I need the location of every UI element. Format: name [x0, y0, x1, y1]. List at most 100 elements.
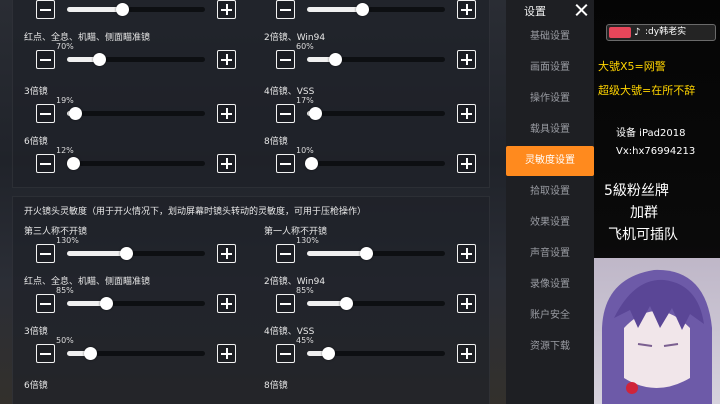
increase-button[interactable] [217, 294, 236, 313]
streamer-overlay: ♪ :dy韩老实 大號X5=网警 超级大號=在所不辞 设备 iPad2018 V… [594, 0, 720, 404]
slider-handle[interactable] [84, 347, 98, 360]
sidebar-menu-item[interactable]: 声音设置 [506, 239, 594, 269]
increase-button[interactable] [217, 244, 236, 263]
sensitivity-slider[interactable] [307, 347, 445, 360]
decrease-button[interactable] [36, 154, 55, 173]
sensitivity-slider[interactable] [67, 3, 205, 16]
increase-button[interactable] [457, 50, 476, 69]
decrease-button[interactable] [36, 244, 55, 263]
sensitivity-value: 10% [296, 146, 314, 155]
sensitivity-value: 19% [56, 96, 74, 105]
sensitivity-control: 125% [24, 0, 248, 24]
decrease-button[interactable] [276, 104, 295, 123]
sensitivity-slider[interactable] [67, 297, 205, 310]
sensitivity-slider[interactable] [67, 247, 205, 260]
sensitivity-control: 8倍镜 [264, 378, 488, 404]
increase-button[interactable] [457, 104, 476, 123]
fire-sensitivity-title: 开火镜头灵敏度（用于开火情况下，划动屏幕时镜头转动的灵敏度，可用于压枪操作） [24, 207, 367, 217]
increase-button[interactable] [217, 154, 236, 173]
control-label: 6倍镜 [24, 137, 48, 147]
decrease-button[interactable] [276, 344, 295, 363]
sensitivity-slider[interactable] [307, 53, 445, 66]
sensitivity-control: 6倍镜 [24, 378, 248, 404]
sensitivity-slider[interactable] [307, 107, 445, 120]
slider-handle[interactable] [321, 347, 335, 360]
sidebar-menu-item[interactable]: 资源下载 [506, 332, 594, 362]
slider-handle[interactable] [356, 3, 370, 16]
sidebar-menu-item[interactable]: 基础设置 [506, 22, 594, 52]
overlay-line-7: 飞机可插队 [608, 227, 678, 243]
control-label: 3倍镜 [24, 87, 48, 97]
increase-button[interactable] [457, 0, 476, 19]
control-label: 8倍镜 [264, 381, 288, 391]
increase-button[interactable] [217, 0, 236, 19]
decrease-button[interactable] [36, 0, 55, 19]
slider-handle[interactable] [92, 53, 106, 66]
sidebar-menu-item[interactable]: 灵敏度设置 [506, 146, 594, 176]
increase-button[interactable] [457, 244, 476, 263]
decrease-button[interactable] [276, 294, 295, 313]
sensitivity-control: 2倍镜、Win94 60% [264, 30, 488, 74]
sensitivity-slider[interactable] [67, 53, 205, 66]
sensitivity-value: 70% [56, 42, 74, 51]
increase-button[interactable] [217, 344, 236, 363]
sensitivity-control: 125% [264, 0, 488, 24]
sensitivity-slider[interactable] [307, 247, 445, 260]
increase-button[interactable] [457, 294, 476, 313]
decrease-button[interactable] [36, 104, 55, 123]
decrease-button[interactable] [276, 50, 295, 69]
decrease-button[interactable] [36, 50, 55, 69]
slider-handle[interactable] [339, 297, 353, 310]
control-label: 2倍镜、Win94 [264, 33, 326, 43]
douyin-id: :dy韩老实 [645, 27, 687, 37]
tiktok-icon: ♪ [634, 27, 641, 38]
sensitivity-slider[interactable] [307, 297, 445, 310]
sidebar-menu-item[interactable]: 效果设置 [506, 208, 594, 238]
sensitivity-control: 第三人称不开镜 130% [24, 224, 248, 268]
sensitivity-slider[interactable] [67, 107, 205, 120]
increase-button[interactable] [217, 104, 236, 123]
douyin-badge: ♪ :dy韩老实 [606, 24, 716, 41]
sidebar-menu-item[interactable]: 录像设置 [506, 270, 594, 300]
control-label: 8倍镜 [264, 137, 288, 147]
decrease-button[interactable] [36, 294, 55, 313]
sensitivity-slider[interactable] [305, 157, 445, 170]
sensitivity-value: 45% [296, 336, 314, 345]
slider-handle[interactable] [66, 157, 80, 170]
sensitivity-control: 3倍镜 19% [24, 84, 248, 128]
sensitivity-slider[interactable] [67, 347, 205, 360]
sensitivity-slider[interactable] [66, 157, 205, 170]
slider-handle[interactable] [120, 247, 134, 260]
sidebar-menu-item[interactable]: 拾取设置 [506, 177, 594, 207]
increase-button[interactable] [457, 154, 476, 173]
decrease-button[interactable] [36, 344, 55, 363]
slider-handle[interactable] [309, 107, 323, 120]
slider-handle[interactable] [116, 3, 130, 16]
settings-title: 设置 [524, 5, 546, 18]
increase-button[interactable] [217, 50, 236, 69]
sidebar-menu-item[interactable]: 画面设置 [506, 53, 594, 83]
sensitivity-value: 130% [56, 236, 79, 245]
sidebar-menu-item[interactable]: 载具设置 [506, 115, 594, 145]
sensitivity-control: 红点、全息、机瞄、侧面瞄准镜 70% [24, 30, 248, 74]
sidebar-menu-item[interactable]: 操作设置 [506, 84, 594, 114]
sensitivity-value: 85% [56, 286, 74, 295]
sidebar-menu-item[interactable]: 账户安全 [506, 301, 594, 331]
decrease-button[interactable] [276, 244, 295, 263]
slider-handle[interactable] [328, 53, 342, 66]
overlay-line-1: 大號X5=网警 [598, 60, 666, 73]
anime-character-art [594, 258, 720, 404]
sensitivity-slider[interactable] [307, 3, 445, 16]
sensitivity-value: 17% [296, 96, 314, 105]
slider-handle[interactable] [69, 107, 83, 120]
sensitivity-value: 125% [56, 0, 79, 1]
close-icon[interactable] [570, 0, 594, 20]
decrease-button[interactable] [276, 154, 295, 173]
decrease-button[interactable] [276, 0, 295, 19]
slider-handle[interactable] [305, 157, 319, 170]
sensitivity-value: 130% [296, 236, 319, 245]
sensitivity-control: 3倍镜 50% [24, 324, 248, 368]
slider-handle[interactable] [99, 297, 113, 310]
increase-button[interactable] [457, 344, 476, 363]
slider-handle[interactable] [360, 247, 374, 260]
